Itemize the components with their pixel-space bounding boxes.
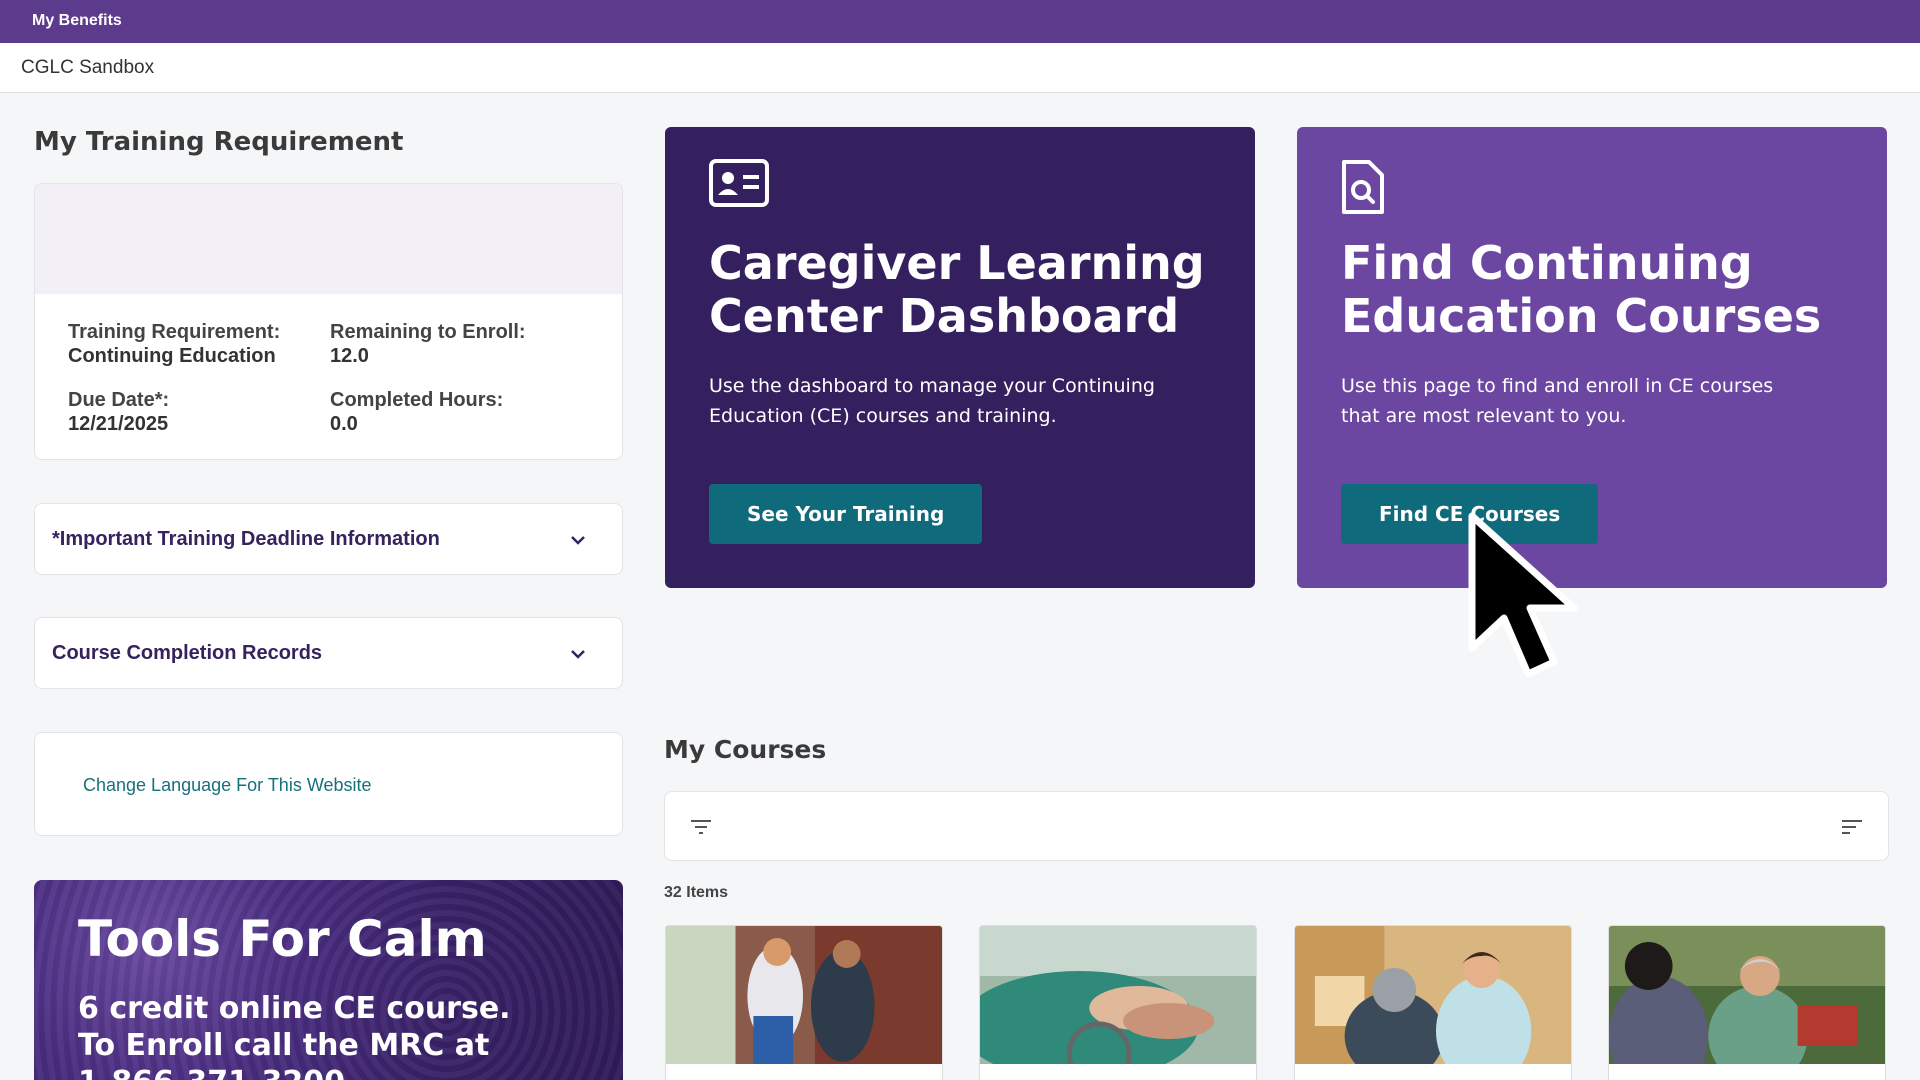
course-thumbnail bbox=[1609, 926, 1885, 1080]
course-card[interactable] bbox=[979, 925, 1257, 1080]
find-courses-hero-card: Find Continuing Education Courses Use th… bbox=[1297, 127, 1887, 588]
promo-text: 6 credit online CE course. To Enroll cal… bbox=[78, 990, 618, 1080]
dashboard-hero-title: Caregiver Learning Center Dashboard bbox=[709, 236, 1205, 343]
document-search-icon bbox=[1342, 160, 1384, 214]
my-courses-title: My Courses bbox=[664, 735, 827, 764]
dashboard-hero-description: Use the dashboard to manage your Continu… bbox=[709, 375, 1155, 427]
due-date-field: Due Date*: 12/21/2025 bbox=[68, 388, 169, 436]
due-date-label: Due Date*: bbox=[68, 389, 170, 411]
requirement-banner bbox=[35, 184, 622, 294]
dashboard-hero-card: Caregiver Learning Center Dashboard Use … bbox=[665, 127, 1255, 588]
course-thumbnail bbox=[1295, 926, 1571, 1080]
course-card[interactable] bbox=[665, 925, 943, 1080]
promo-line-2: To Enroll call the MRC at bbox=[78, 1028, 490, 1063]
training-requirement-label: Training Requirement: bbox=[68, 321, 281, 343]
completed-hours-label: Completed Hours: bbox=[330, 389, 504, 411]
course-thumbnail bbox=[980, 926, 1256, 1080]
completion-records-accordion[interactable]: Course Completion Records bbox=[34, 617, 623, 689]
promo-title: Tools For Calm bbox=[78, 910, 487, 968]
course-thumbnail bbox=[666, 926, 942, 1064]
training-requirement-card: Training Requirement: Continuing Educati… bbox=[34, 183, 623, 460]
promo-line-3: 1-866-371-3200 bbox=[78, 1064, 618, 1080]
deadline-info-label: *Important Training Deadline Information bbox=[52, 528, 440, 550]
see-your-training-button[interactable]: See Your Training bbox=[709, 484, 983, 544]
tools-for-calm-promo[interactable]: Tools For Calm 6 credit online CE course… bbox=[34, 880, 623, 1080]
completion-records-label: Course Completion Records bbox=[52, 642, 323, 664]
course-card[interactable] bbox=[1294, 925, 1572, 1080]
filter-icon[interactable] bbox=[689, 817, 713, 837]
training-requirement-field: Training Requirement: Continuing Educati… bbox=[68, 320, 280, 368]
remaining-value: 12.0 bbox=[330, 345, 369, 367]
organization-name: CGLC Sandbox bbox=[21, 57, 155, 78]
app-title[interactable]: My Benefits bbox=[32, 12, 122, 30]
training-requirement-title: My Training Requirement bbox=[34, 127, 404, 157]
completed-hours-value: 0.0 bbox=[330, 413, 358, 435]
top-nav-bar: My Benefits bbox=[0, 0, 1920, 43]
find-courses-hero-description: Use this page to find and enroll in CE c… bbox=[1341, 375, 1774, 427]
id-card-icon bbox=[709, 159, 769, 207]
language-card: Change Language For This Website bbox=[34, 732, 623, 836]
remaining-to-enroll-field: Remaining to Enroll: 12.0 bbox=[330, 320, 526, 368]
items-count: 32 Items bbox=[664, 884, 729, 901]
remaining-label: Remaining to Enroll: bbox=[330, 321, 526, 343]
find-ce-courses-button[interactable]: Find CE Courses bbox=[1341, 484, 1599, 544]
training-requirement-value: Continuing Education bbox=[68, 345, 276, 367]
sort-icon[interactable] bbox=[1840, 817, 1864, 837]
deadline-info-accordion[interactable]: *Important Training Deadline Information bbox=[34, 503, 623, 575]
course-filter-bar bbox=[664, 791, 1889, 861]
promo-line-1: 6 credit online CE course. bbox=[78, 991, 511, 1026]
find-courses-hero-title: Find Continuing Education Courses bbox=[1341, 236, 1822, 343]
completed-hours-field: Completed Hours: 0.0 bbox=[330, 388, 503, 436]
sub-header: CGLC Sandbox bbox=[0, 43, 1920, 93]
change-language-link[interactable]: Change Language For This Website bbox=[83, 775, 372, 796]
course-card[interactable] bbox=[1608, 925, 1886, 1080]
due-date-value: 12/21/2025 bbox=[68, 413, 169, 435]
chevron-down-icon[interactable] bbox=[568, 644, 588, 664]
chevron-down-icon[interactable] bbox=[568, 530, 588, 550]
